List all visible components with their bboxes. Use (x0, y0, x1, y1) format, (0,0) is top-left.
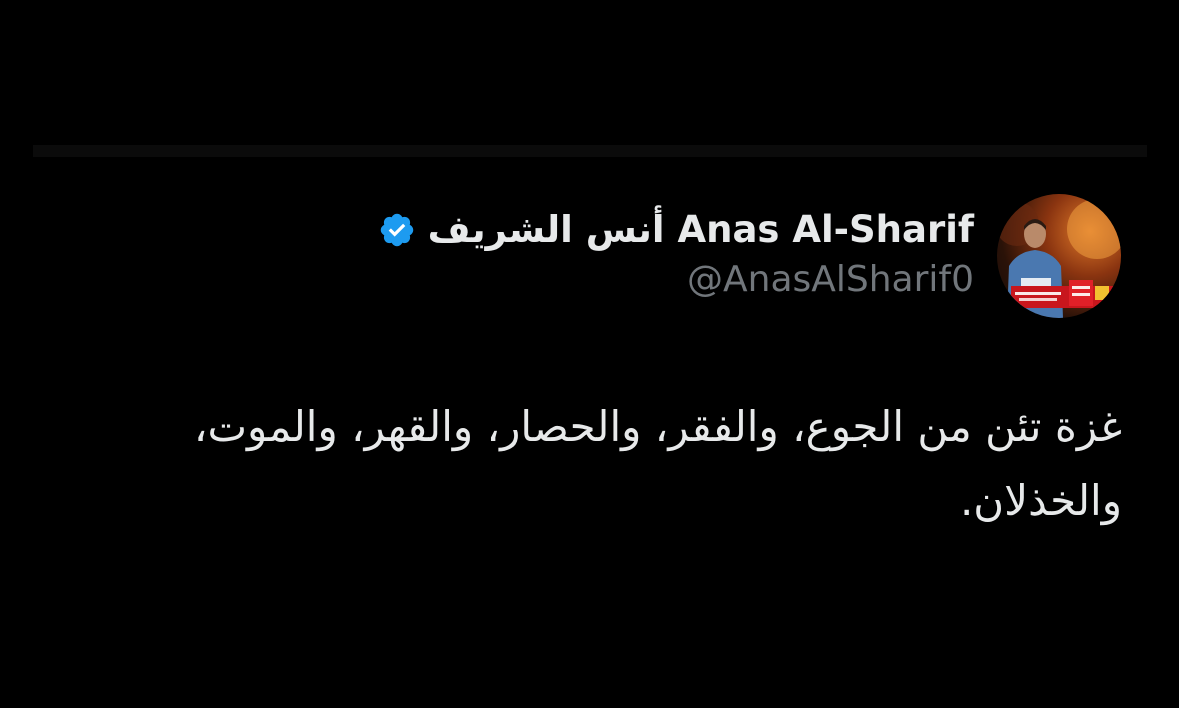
tweet-text: غزة تئن من الجوع، والفقر، والحصار، والقه… (193, 402, 1122, 525)
author-display-name[interactable]: أنس الشريف Anas Al-Sharif (428, 204, 974, 256)
author-handle[interactable]: @AnasAlSharif0 (378, 256, 974, 304)
top-divider (33, 145, 1147, 157)
profile-photo-icon[interactable] (997, 194, 1121, 318)
verified-badge-icon (378, 211, 416, 249)
tweet-card[interactable]: أنس الشريف Anas Al-Sharif @AnasAlSharif0… (0, 160, 1179, 560)
name-row[interactable]: أنس الشريف Anas Al-Sharif (378, 204, 974, 256)
tweet-screenshot: أنس الشريف Anas Al-Sharif @AnasAlSharif0… (0, 0, 1179, 708)
author-block[interactable]: أنس الشريف Anas Al-Sharif @AnasAlSharif0 (378, 204, 974, 304)
